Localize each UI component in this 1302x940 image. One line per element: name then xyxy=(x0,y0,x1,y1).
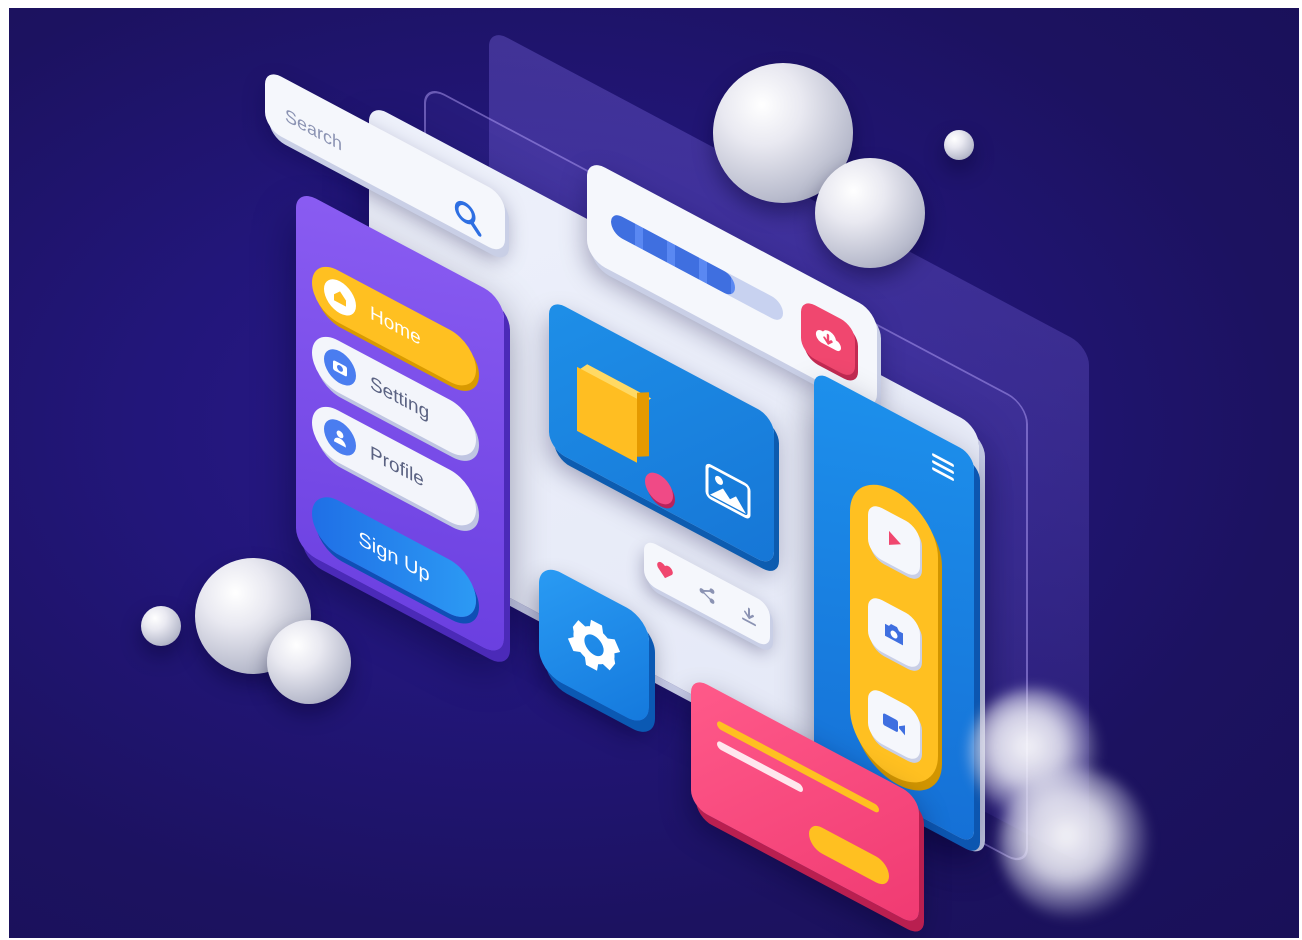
sphere-left-small xyxy=(141,606,181,646)
camera-button[interactable] xyxy=(868,592,920,673)
home-icon xyxy=(324,272,356,322)
share-icon[interactable] xyxy=(698,580,716,608)
cloud-download-button[interactable] xyxy=(801,297,855,381)
cloud-download-icon xyxy=(815,330,841,352)
play-button[interactable] xyxy=(868,500,920,581)
media-controls xyxy=(850,467,938,800)
card-action-pill[interactable] xyxy=(809,820,889,890)
nav-item-label: Profile xyxy=(370,442,424,492)
user-icon xyxy=(324,412,356,462)
sphere-small xyxy=(944,130,974,160)
search-input[interactable]: Search xyxy=(285,105,342,156)
nav-item-label: Setting xyxy=(370,372,430,425)
gear-icon xyxy=(567,619,621,671)
nav-item-label: Home xyxy=(370,302,421,351)
sphere-left-medium xyxy=(267,620,351,704)
heart-icon[interactable] xyxy=(656,558,674,584)
blurred-sphere xyxy=(999,768,1149,918)
image-icon xyxy=(705,463,751,519)
play-icon xyxy=(889,530,901,545)
video-button[interactable] xyxy=(868,684,920,765)
video-icon xyxy=(883,713,905,736)
camera-icon xyxy=(324,342,356,392)
cube-side xyxy=(637,392,649,457)
menu-icon[interactable] xyxy=(932,452,954,486)
illustration-scene: Search Home Setting Profile Sign Up xyxy=(9,8,1299,938)
camera-icon xyxy=(885,623,903,646)
download-icon[interactable] xyxy=(740,602,758,630)
sphere-medium xyxy=(815,158,925,268)
